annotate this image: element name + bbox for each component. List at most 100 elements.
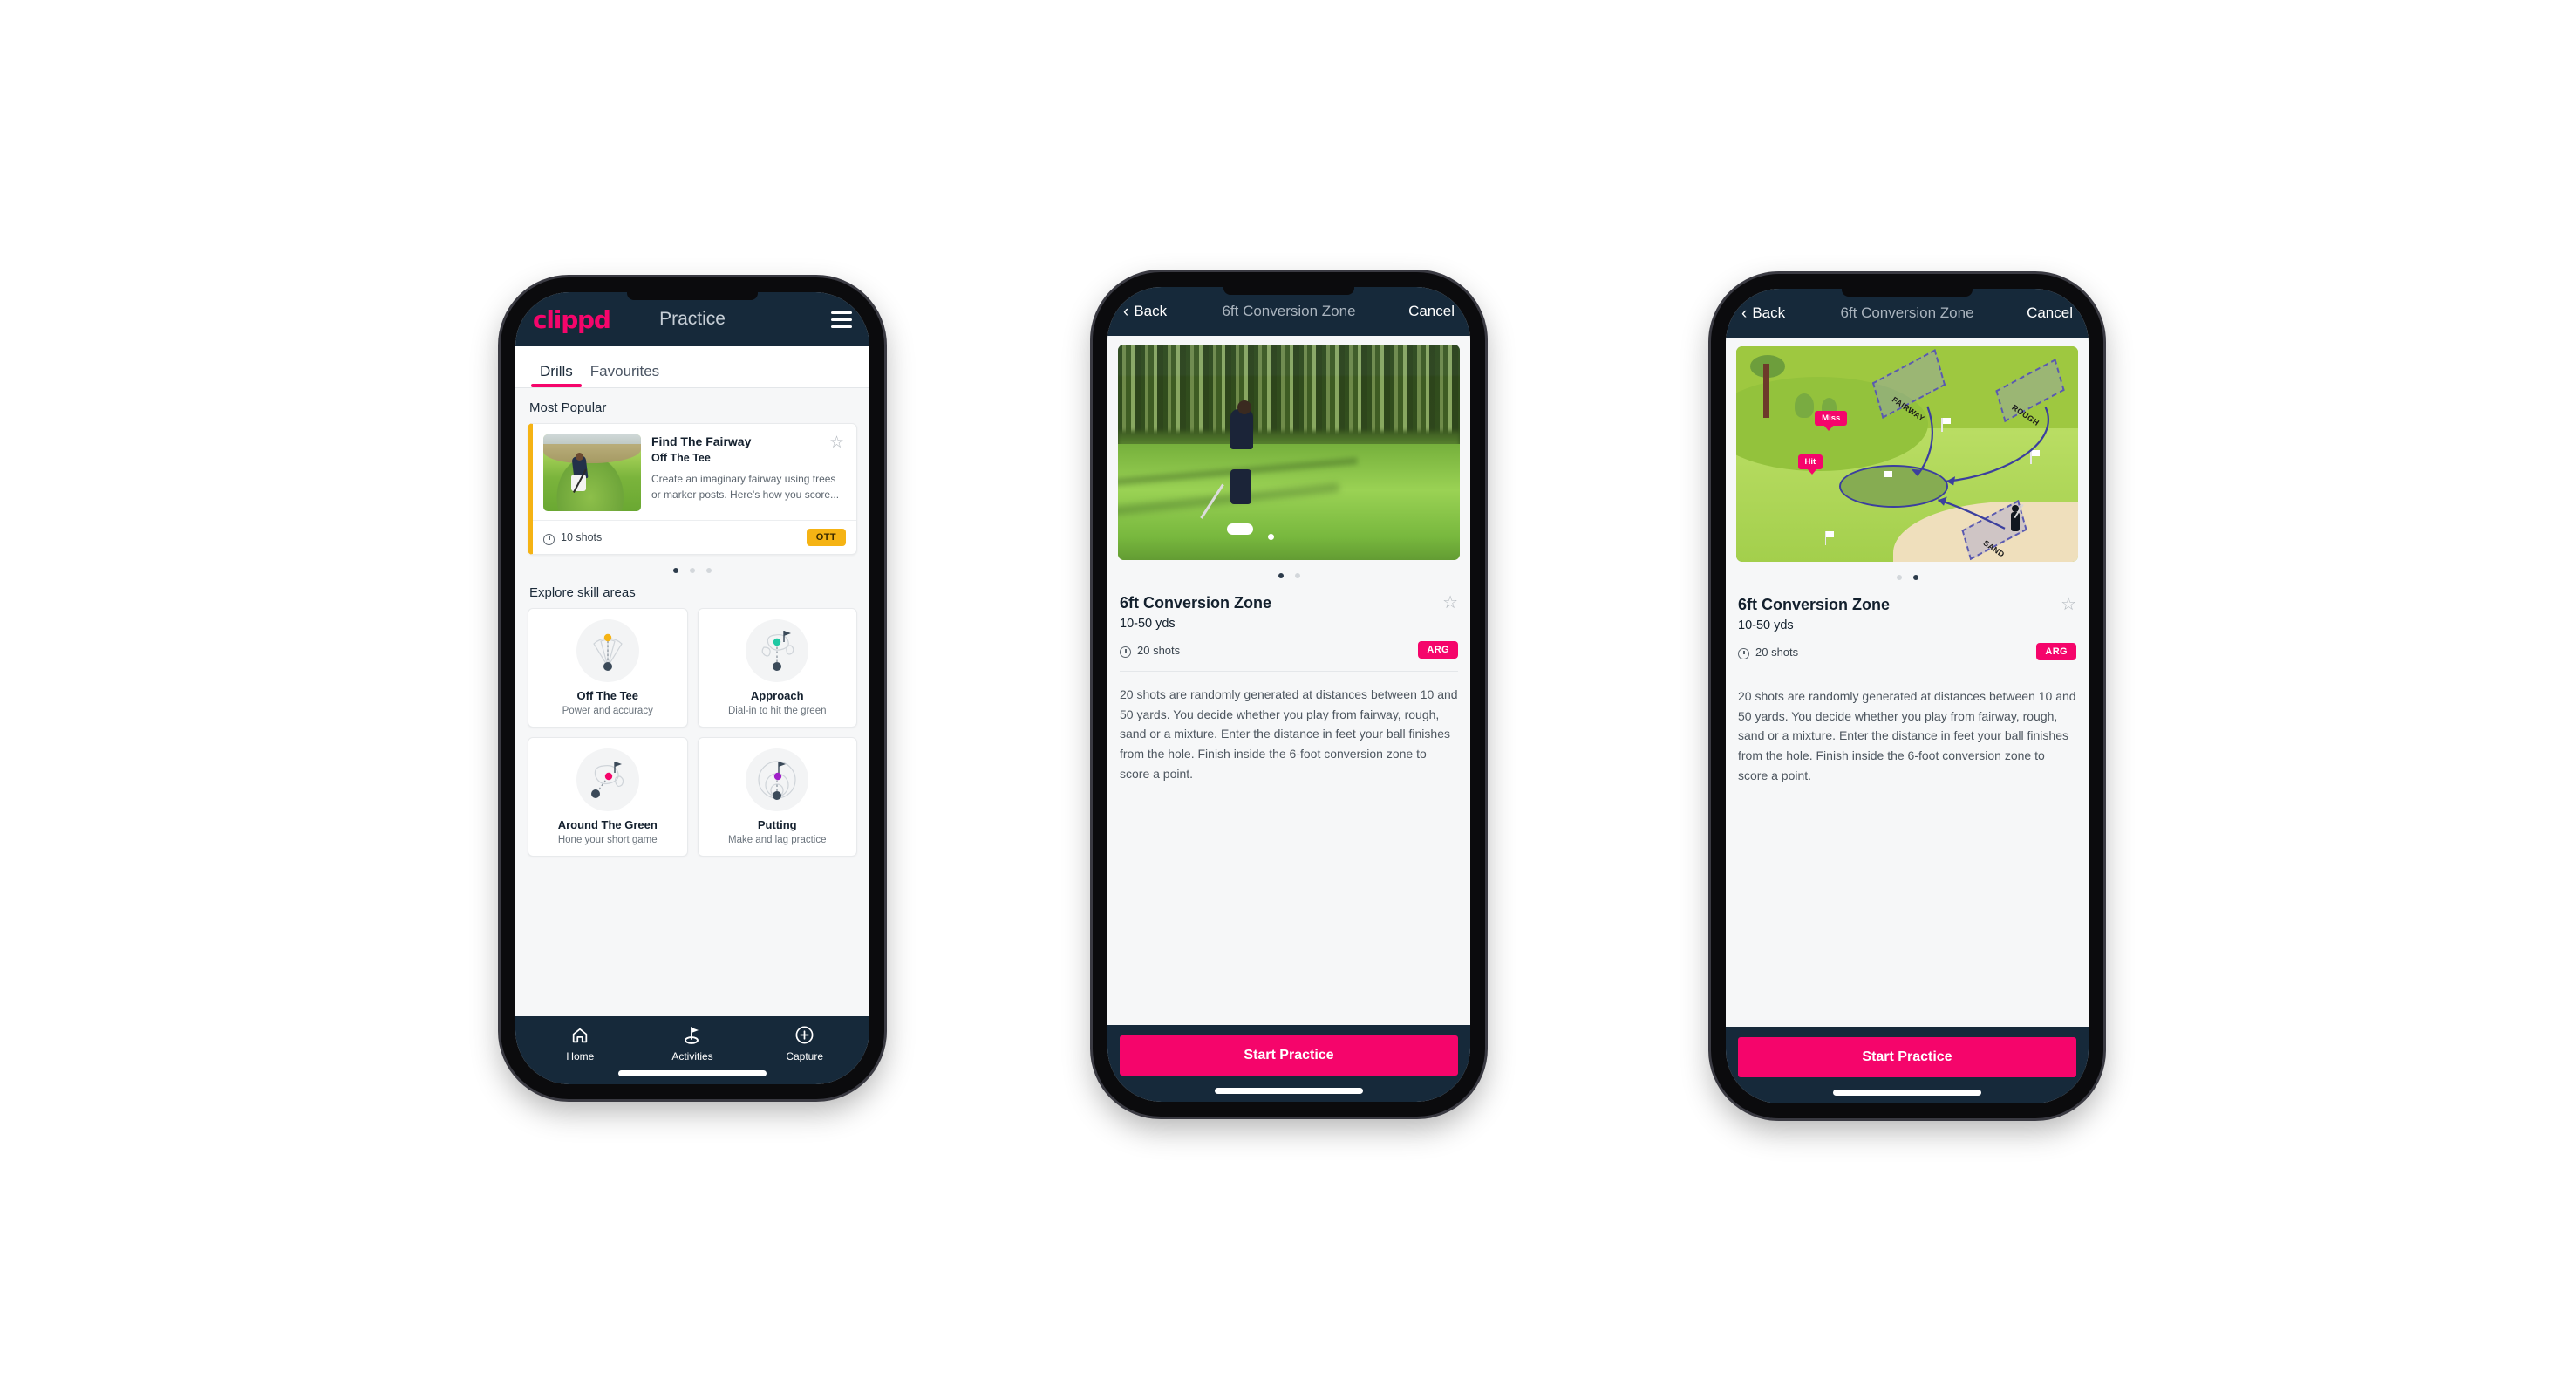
- drill-card[interactable]: Find The Fairway Off The Tee Create an i…: [528, 423, 857, 555]
- putting-rings-icon: [746, 748, 809, 811]
- carousel-dot[interactable]: [706, 568, 712, 573]
- star-outline-icon[interactable]: ☆: [2061, 596, 2076, 613]
- drill-detail-meta: 20 shots ARG: [1120, 641, 1458, 659]
- skill-card-putting[interactable]: Putting Make and lag practice: [697, 737, 857, 857]
- skill-name: Approach: [750, 689, 804, 702]
- hamburger-menu-icon[interactable]: [831, 311, 852, 328]
- divider: [1120, 671, 1458, 672]
- home-indicator: [1215, 1088, 1363, 1094]
- drill-card-body: Find The Fairway Off The Tee Create an i…: [533, 424, 856, 520]
- phone2-notch: [1223, 287, 1354, 295]
- carousel-dot[interactable]: [1912, 575, 1918, 580]
- next-card-peek[interactable]: [856, 424, 857, 554]
- clock-icon: [1120, 646, 1131, 658]
- phone3-detail-body: FAIRWAY ROUGH SAND Miss Hit 6ft Conversi…: [1726, 338, 2089, 1018]
- approach-green-icon: [746, 619, 809, 682]
- drill-title: Find The Fairway: [651, 434, 752, 448]
- screenshot-stage: clippd Practice Drills Favourites Most P…: [0, 0, 2576, 1387]
- drill-thumbnail-image: [543, 434, 641, 511]
- phone1-content: Most Popular Find The Fairway Off The Te…: [515, 388, 869, 1016]
- tabbar-label: Activities: [671, 1049, 713, 1062]
- skill-card-around-the-green[interactable]: Around The Green Hone your short game: [528, 737, 688, 857]
- phone-mockup-drill-detail-photo: ‹ Back 6ft Conversion Zone Cancel 6ft Co…: [1093, 272, 1485, 1117]
- drill-detail-header: 6ft Conversion Zone 10-50 yds ☆ 20 shots…: [1736, 584, 2078, 673]
- chip-around-green-icon: [576, 748, 639, 811]
- chevron-left-icon: ‹: [1123, 302, 1129, 321]
- skill-desc: Make and lag practice: [727, 835, 827, 845]
- skill-card-approach[interactable]: Approach Dial-in to hit the green: [697, 608, 857, 728]
- tabbar-item-capture[interactable]: Capture: [748, 1025, 861, 1062]
- drill-card-text: Find The Fairway Off The Tee Create an i…: [651, 434, 846, 511]
- drill-detail-description: 20 shots are randomly generated at dista…: [1738, 689, 2076, 782]
- phone1-notch: [627, 292, 758, 300]
- clock-icon: [543, 533, 555, 545]
- skill-card-off-the-tee[interactable]: Off The Tee Power and accuracy: [528, 608, 688, 728]
- carousel-dot[interactable]: [673, 568, 678, 573]
- plus-circle-icon: [748, 1025, 861, 1046]
- drill-shot-count: 20 shots: [1137, 643, 1181, 657]
- thumb-dune: [543, 443, 641, 464]
- nav-title: 6ft Conversion Zone: [1222, 303, 1356, 319]
- most-popular-label: Most Popular: [529, 400, 607, 415]
- drill-description: Create an imaginary fairway using trees …: [651, 472, 840, 502]
- tab-bar: Drills Favourites: [515, 346, 869, 388]
- phone1-screen: clippd Practice Drills Favourites Most P…: [515, 292, 869, 1084]
- start-practice-button[interactable]: Start Practice: [1120, 1035, 1458, 1076]
- drill-detail-distance: 10-50 yds: [1120, 617, 1176, 631]
- result-tag-hit: Hit: [1797, 454, 1823, 475]
- drill-detail-meta: 20 shots ARG: [1738, 643, 2076, 660]
- chevron-left-icon: ‹: [1741, 304, 1748, 323]
- back-label: Back: [1134, 303, 1168, 319]
- hamburger-bar: [831, 311, 852, 314]
- back-label: Back: [1752, 304, 1786, 321]
- tabbar-item-activities[interactable]: Activities: [637, 1025, 749, 1062]
- phone1-app-header: clippd Practice: [515, 292, 869, 346]
- cancel-button[interactable]: Cancel: [2027, 304, 2073, 322]
- tabbar-label: Home: [566, 1049, 595, 1062]
- skill-desc: Power and accuracy: [562, 706, 653, 716]
- phone2-screen: ‹ Back 6ft Conversion Zone Cancel 6ft Co…: [1107, 287, 1470, 1102]
- carousel-dot[interactable]: [1294, 573, 1300, 578]
- drill-detail-header: 6ft Conversion Zone 10-50 yds ☆ 20 shots…: [1118, 582, 1460, 672]
- nav-row: ‹ Back 6ft Conversion Zone Cancel: [1741, 304, 2073, 322]
- drill-detail-title: 6ft Conversion Zone: [1738, 596, 1891, 613]
- hamburger-bar: [831, 318, 852, 321]
- clippd-logo: clippd: [533, 304, 611, 334]
- tab-favourites[interactable]: Favourites: [582, 363, 668, 387]
- golf-flag-icon: [637, 1025, 749, 1046]
- drill-hero-photo[interactable]: [1118, 345, 1460, 560]
- nav-title: 6ft Conversion Zone: [1840, 304, 1974, 321]
- most-popular-carousel[interactable]: Find The Fairway Off The Tee Create an i…: [528, 423, 857, 573]
- carousel-dot[interactable]: [690, 568, 695, 573]
- tabbar-label: Capture: [786, 1049, 824, 1062]
- cancel-button[interactable]: Cancel: [1408, 303, 1455, 320]
- tabbar-item-home[interactable]: Home: [524, 1025, 637, 1062]
- status-badge-arg: ARG: [1418, 641, 1458, 659]
- drill-detail-title: 6ft Conversion Zone: [1120, 594, 1272, 612]
- skill-desc: Dial-in to hit the green: [727, 706, 827, 716]
- back-button[interactable]: ‹ Back: [1741, 304, 1785, 322]
- illus-golfer: [2011, 505, 2021, 532]
- drill-shot-count: 10 shots: [561, 531, 603, 543]
- drill-hero-illustration[interactable]: FAIRWAY ROUGH SAND Miss Hit: [1736, 346, 2078, 562]
- carousel-dots: [528, 568, 857, 573]
- tab-drills[interactable]: Drills: [531, 363, 582, 387]
- home-indicator: [618, 1070, 767, 1076]
- carousel-dot[interactable]: [1278, 573, 1284, 578]
- status-badge-arg: ARG: [2036, 643, 2076, 660]
- result-tag-miss: Miss: [1815, 411, 1848, 432]
- star-outline-icon[interactable]: ☆: [829, 434, 844, 451]
- phone2-detail-body: 6ft Conversion Zone 10-50 yds ☆ 20 shots…: [1107, 336, 1470, 1016]
- content-bottom-pad: [1726, 1018, 2089, 1027]
- status-badge-ott: OTT: [806, 529, 846, 546]
- carousel-dot[interactable]: [1896, 575, 1902, 580]
- drill-shot-count: 20 shots: [1755, 645, 1799, 659]
- back-button[interactable]: ‹ Back: [1123, 303, 1167, 320]
- phone-mockup-practice-list: clippd Practice Drills Favourites Most P…: [501, 277, 884, 1099]
- explore-skill-areas-label: Explore skill areas: [529, 585, 636, 600]
- start-practice-button[interactable]: Start Practice: [1738, 1037, 2076, 1077]
- star-outline-icon[interactable]: ☆: [1442, 594, 1458, 612]
- phone3-screen: ‹ Back 6ft Conversion Zone Cancel FAIRWA…: [1726, 289, 2089, 1103]
- home-icon: [524, 1025, 637, 1046]
- golf-hole-diagram-illustration: FAIRWAY ROUGH SAND Miss Hit: [1736, 346, 2078, 562]
